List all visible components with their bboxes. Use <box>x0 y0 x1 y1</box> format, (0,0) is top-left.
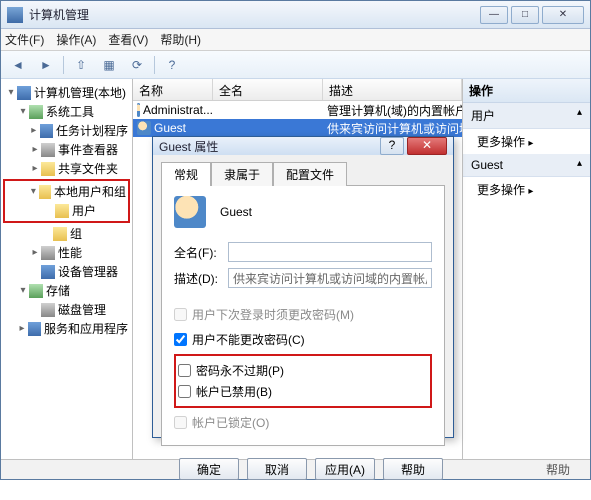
help-button[interactable]: 帮助 <box>383 458 443 480</box>
tree-disk-mgmt[interactable]: 磁盘管理 <box>3 300 130 319</box>
chk-disabled-box[interactable] <box>178 385 191 398</box>
chk-disabled[interactable]: 帐户已禁用(B) <box>178 383 428 400</box>
titlebar[interactable]: 计算机管理 — □ ✕ <box>1 1 590 29</box>
status-text: 帮助 <box>546 461 570 478</box>
col-desc[interactable]: 描述 <box>323 79 462 100</box>
dev-icon <box>41 265 55 279</box>
disk-icon <box>41 303 55 317</box>
tree-shared-folders[interactable]: ▸共享文件夹 <box>3 159 130 178</box>
input-fullname[interactable] <box>228 242 432 262</box>
menu-help[interactable]: 帮助(H) <box>160 31 201 48</box>
actions-group-users[interactable]: 用户▴ <box>463 103 590 129</box>
chk-must-change: 用户下次登录时须更改密码(M) <box>174 306 432 323</box>
user-icon <box>137 103 140 117</box>
tab-profile[interactable]: 配置文件 <box>273 162 347 186</box>
actions-header: 操作 <box>463 79 590 103</box>
dialog-tabs: 常规 隶属于 配置文件 <box>153 155 453 185</box>
tree-local-users-groups[interactable]: ▾本地用户和组 <box>5 182 128 201</box>
list-row-guest[interactable]: Guest 供来宾访问计算机或访问域的内 <box>133 119 462 137</box>
ok-button[interactable]: 确定 <box>179 458 239 480</box>
dialog-title: Guest 属性 <box>159 138 380 155</box>
actions-more-1[interactable]: 更多操作 ▸ <box>463 129 590 154</box>
actions-more-2[interactable]: 更多操作 ▸ <box>463 177 590 202</box>
highlight-local-users: ▾本地用户和组 用户 <box>3 179 130 223</box>
chk-must-change-box <box>174 308 187 321</box>
forward-button[interactable]: ► <box>35 54 57 76</box>
tab-panel-general: Guest 全名(F): 描述(D): 用户下次登录时须更改密码(M) 用户不能… <box>161 185 445 446</box>
menu-action[interactable]: 操作(A) <box>56 31 96 48</box>
tab-general[interactable]: 常规 <box>161 162 211 186</box>
tree-root[interactable]: ▾计算机管理(本地) <box>3 83 130 102</box>
dialog-buttons: 确定 取消 应用(A) 帮助 <box>153 452 453 486</box>
help-icon[interactable]: ? <box>161 54 183 76</box>
nav-tree: ▾计算机管理(本地) ▾系统工具 ▸任务计划程序 ▸事件查看器 ▸共享文件夹 ▾… <box>1 79 133 459</box>
chevron-up-icon: ▴ <box>577 107 582 124</box>
mgmt-icon <box>17 86 31 100</box>
menubar: 文件(F) 操作(A) 查看(V) 帮助(H) <box>1 29 590 51</box>
toolbar-separator <box>63 56 64 74</box>
tree-storage[interactable]: ▾存储 <box>3 281 130 300</box>
folder-icon <box>53 227 67 241</box>
chk-cannot-change[interactable]: 用户不能更改密码(C) <box>174 331 432 348</box>
highlight-expire-disable: 密码永不过期(P) 帐户已禁用(B) <box>174 354 432 408</box>
chevron-up-icon: ▴ <box>577 158 582 172</box>
export-icon[interactable]: ⟳ <box>126 54 148 76</box>
menu-view[interactable]: 查看(V) <box>108 31 148 48</box>
actions-group-guest[interactable]: Guest▴ <box>463 154 590 177</box>
list-row-administrator[interactable]: Administrat... 管理计算机(域)的内置帐户 <box>133 101 462 119</box>
guest-properties-dialog: Guest 属性 ? ✕ 常规 隶属于 配置文件 Guest 全名(F): 描述… <box>152 136 454 438</box>
chk-cannot-change-box[interactable] <box>174 333 187 346</box>
back-button[interactable]: ◄ <box>7 54 29 76</box>
tree-services[interactable]: ▸服务和应用程序 <box>3 319 130 338</box>
user-icon <box>137 121 151 135</box>
toolbar: ◄ ► ⇧ ▦ ⟳ ? <box>1 51 590 79</box>
storage-icon <box>29 284 43 298</box>
account-name: Guest <box>220 205 252 219</box>
app-icon <box>7 7 23 23</box>
dialog-help-button[interactable]: ? <box>380 137 404 155</box>
label-fullname: 全名(F): <box>174 244 228 261</box>
input-description[interactable] <box>228 268 432 288</box>
properties-icon[interactable]: ▦ <box>98 54 120 76</box>
svc-icon <box>28 322 41 336</box>
sched-icon <box>40 124 53 138</box>
tree-event-viewer[interactable]: ▸事件查看器 <box>3 140 130 159</box>
window-title: 计算机管理 <box>29 6 480 23</box>
tree-device-manager[interactable]: 设备管理器 <box>3 262 130 281</box>
cancel-button[interactable]: 取消 <box>247 458 307 480</box>
tab-member-of[interactable]: 隶属于 <box>211 162 273 186</box>
chevron-right-icon: ▸ <box>528 186 533 197</box>
dialog-close-button[interactable]: ✕ <box>407 137 447 155</box>
perf-icon <box>41 246 55 260</box>
tree-task-scheduler[interactable]: ▸任务计划程序 <box>3 121 130 140</box>
col-fullname[interactable]: 全名 <box>213 79 323 100</box>
maximize-button[interactable]: □ <box>511 6 539 24</box>
actions-pane: 操作 用户▴ 更多操作 ▸ Guest▴ 更多操作 ▸ <box>462 79 590 459</box>
tree-performance[interactable]: ▸性能 <box>3 243 130 262</box>
event-icon <box>41 143 55 157</box>
apply-button[interactable]: 应用(A) <box>315 458 375 480</box>
folder-icon <box>39 185 51 199</box>
chk-no-expire-box[interactable] <box>178 364 191 377</box>
tree-groups[interactable]: 组 <box>3 224 130 243</box>
toolbar-separator <box>154 56 155 74</box>
folder-icon <box>55 204 69 218</box>
folder-icon <box>41 162 55 176</box>
up-button[interactable]: ⇧ <box>70 54 92 76</box>
chevron-right-icon: ▸ <box>528 138 533 149</box>
chk-locked-box <box>174 416 187 429</box>
close-button[interactable]: ✕ <box>542 6 584 24</box>
account-icon <box>174 196 206 228</box>
label-description: 描述(D): <box>174 270 228 287</box>
chk-locked: 帐户已锁定(O) <box>174 414 432 431</box>
tools-icon <box>29 105 43 119</box>
tree-users[interactable]: 用户 <box>5 201 128 220</box>
col-name[interactable]: 名称 <box>133 79 213 100</box>
minimize-button[interactable]: — <box>480 6 508 24</box>
list-header: 名称 全名 描述 <box>133 79 462 101</box>
tree-system-tools[interactable]: ▾系统工具 <box>3 102 130 121</box>
menu-file[interactable]: 文件(F) <box>5 31 44 48</box>
dialog-titlebar[interactable]: Guest 属性 ? ✕ <box>153 137 453 155</box>
chk-no-expire[interactable]: 密码永不过期(P) <box>178 362 428 379</box>
